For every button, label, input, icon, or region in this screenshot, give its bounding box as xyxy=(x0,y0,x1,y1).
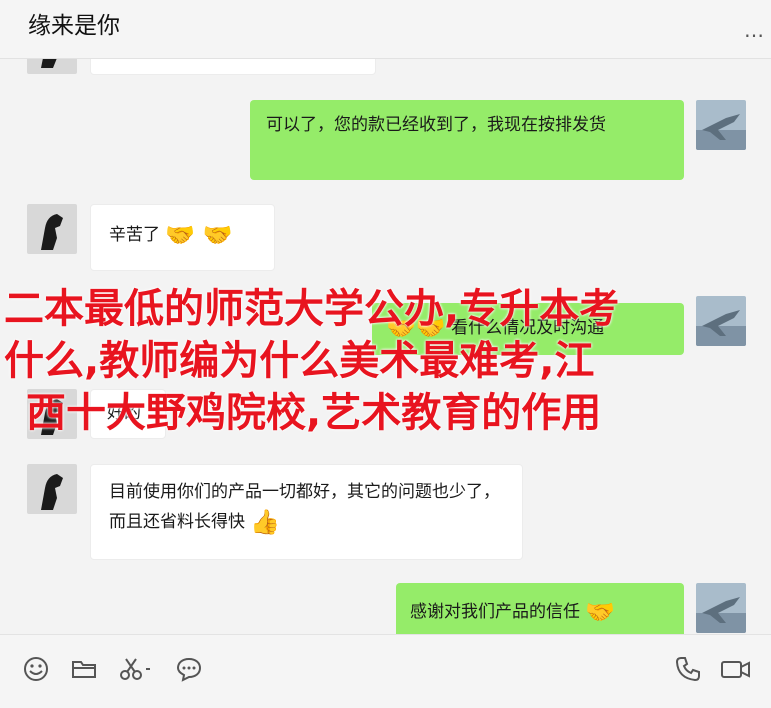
message-bubble-incoming[interactable] xyxy=(90,59,376,75)
message-bubble-outgoing[interactable]: 可以了，您的款已经收到了，我现在按排发货 xyxy=(250,100,684,180)
handshake-icon: 🤝 xyxy=(585,598,616,626)
emoji-icon[interactable] xyxy=(22,655,50,683)
more-dots-icon[interactable]: … xyxy=(744,18,765,42)
avatar-horse[interactable] xyxy=(27,59,77,74)
message-bubble-outgoing[interactable]: 感谢对我们产品的信任 🤝 xyxy=(396,583,684,634)
avatar-jet[interactable] xyxy=(696,583,746,633)
thumbs-up-icon: 👍 xyxy=(250,508,281,536)
avatar-jet[interactable] xyxy=(696,296,746,346)
message-text: 看什么情况及时沟通 xyxy=(451,318,605,338)
folder-icon[interactable] xyxy=(70,655,98,683)
message-text: 辛苦了 xyxy=(109,225,160,245)
scissors-icon[interactable] xyxy=(118,655,152,683)
message-bubble-outgoing[interactable]: 🤝🤝 看什么情况及时沟通 xyxy=(372,303,684,355)
handshake-icon: 🤝 🤝 xyxy=(165,221,233,249)
chat-title: 缘来是你 xyxy=(28,13,120,39)
message-bubble-incoming[interactable]: 目前使用你们的产品一切都好，其它的问题也少了，而且还省料长得快 👍 xyxy=(90,464,523,560)
chat-bubble-icon[interactable] xyxy=(175,655,203,683)
message-text: 可以了，您的款已经收到了，我现在按排发货 xyxy=(266,115,606,135)
avatar-horse[interactable] xyxy=(27,204,77,254)
chat-header: 缘来是你 … xyxy=(0,0,771,59)
message-bubble-incoming[interactable]: 辛苦了 🤝 🤝 xyxy=(90,204,275,271)
avatar-jet[interactable] xyxy=(696,100,746,150)
input-toolbar xyxy=(0,634,771,708)
phone-icon[interactable] xyxy=(674,655,702,683)
message-text: 感谢对我们产品的信任 xyxy=(410,602,580,622)
message-bubble-incoming[interactable]: 好的 xyxy=(90,389,166,439)
message-text: 目前使用你们的产品一切都好，其它的问题也少了，而且还省料长得快 xyxy=(109,482,500,532)
avatar-horse[interactable] xyxy=(27,464,77,514)
chat-area[interactable]: 可以了，您的款已经收到了，我现在按排发货 辛苦了 🤝 🤝 🤝🤝 看什么情况及时沟… xyxy=(0,59,771,634)
message-text: 好的 xyxy=(107,403,141,423)
avatar-horse[interactable] xyxy=(27,389,77,439)
video-icon[interactable] xyxy=(720,655,752,683)
handshake-icon: 🤝🤝 xyxy=(386,314,446,342)
